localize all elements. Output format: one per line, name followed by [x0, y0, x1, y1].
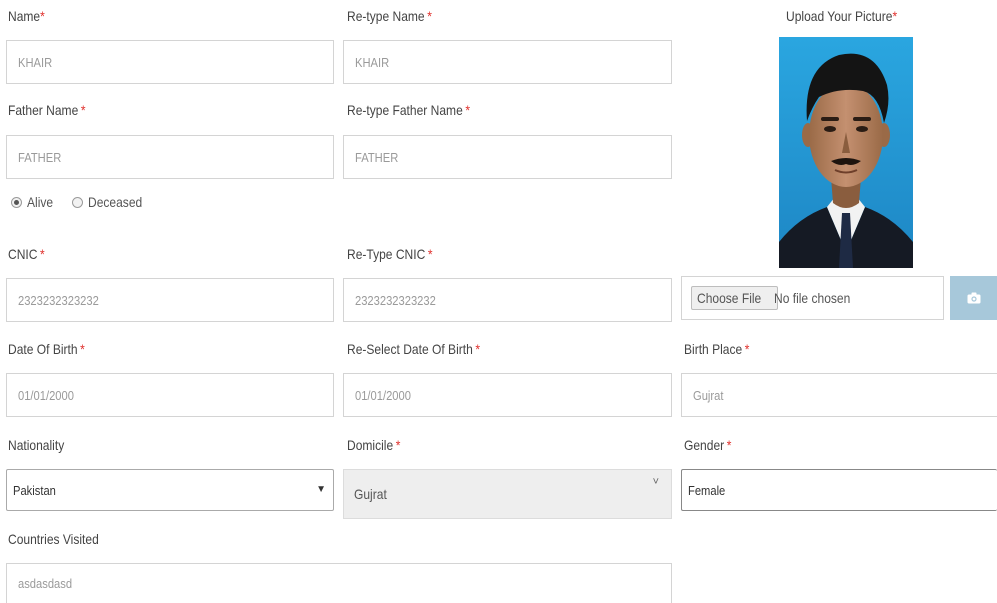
profile-photo [779, 37, 913, 268]
dob-input[interactable]: 01/01/2000 [6, 373, 334, 417]
deceased-radio-label[interactable]: Deceased [88, 194, 142, 210]
camera-icon [967, 292, 980, 304]
reselect-dob-label: Re-Select Date Of Birth * [347, 341, 481, 357]
upload-camera-button[interactable] [950, 276, 997, 320]
nationality-label: Nationality [8, 437, 65, 453]
profile-photo-image [779, 37, 913, 268]
father-status-group: Alive Deceased [11, 194, 157, 210]
birth-place-label: Birth Place * [684, 341, 750, 357]
cnic-input[interactable]: 2323232323232 [6, 278, 334, 322]
dropdown-arrow-icon: ▼ [316, 484, 326, 495]
upload-picture-label: Upload Your Picture* [786, 8, 898, 24]
alive-radio[interactable] [11, 196, 22, 208]
dob-label: Date Of Birth * [8, 341, 85, 357]
retype-cnic-label: Re-Type CNIC * [347, 246, 433, 262]
gender-label: Gender * [684, 437, 732, 453]
gender-select[interactable]: Female [681, 469, 997, 511]
retype-father-name-label: Re-type Father Name * [347, 102, 471, 118]
domicile-select[interactable]: Gujrat ˅ [343, 469, 672, 519]
birth-place-input[interactable]: Gujrat [681, 373, 997, 417]
father-name-input[interactable]: FATHER [6, 135, 334, 179]
cnic-label: CNIC * [8, 246, 45, 262]
retype-name-input[interactable]: KHAIR [343, 40, 672, 84]
domicile-label: Domicile * [347, 437, 401, 453]
father-name-label: Father Name * [8, 102, 86, 118]
retype-father-name-input[interactable]: FATHER [343, 135, 672, 179]
chevron-down-icon: ˅ [652, 476, 659, 488]
file-input[interactable]: Choose File No file chosen [681, 276, 944, 320]
countries-visited-label: Countries Visited [8, 531, 99, 547]
countries-visited-input[interactable]: asdasdasd [6, 563, 672, 603]
name-label: Name* [8, 8, 45, 24]
name-input[interactable]: KHAIR [6, 40, 334, 84]
retype-name-label: Re-type Name * [347, 8, 432, 24]
reselect-dob-input[interactable]: 01/01/2000 [343, 373, 672, 417]
deceased-radio[interactable] [72, 196, 84, 208]
file-status-text: No file chosen [773, 290, 851, 306]
alive-radio-label[interactable]: Alive [27, 194, 53, 210]
nationality-select[interactable]: Pakistan ▼ [6, 469, 334, 511]
retype-cnic-input[interactable]: 2323232323232 [343, 278, 672, 322]
choose-file-button[interactable]: Choose File [691, 286, 778, 310]
